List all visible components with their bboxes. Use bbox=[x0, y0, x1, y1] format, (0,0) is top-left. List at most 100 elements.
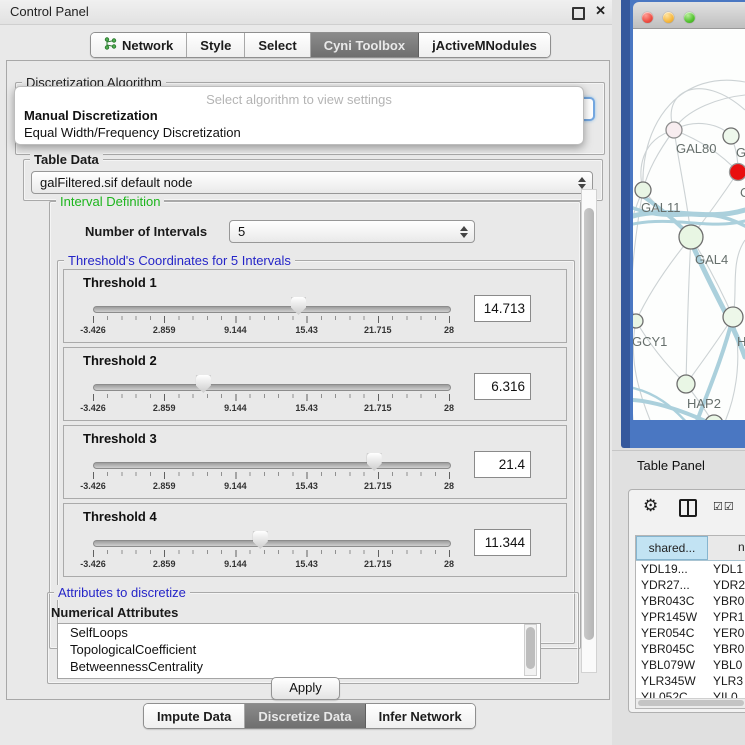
gear-icon[interactable]: ⚙ bbox=[643, 496, 658, 516]
threshold-label: Threshold 1 bbox=[83, 275, 157, 290]
list-item-topologicalcoefficient[interactable]: TopologicalCoefficient bbox=[58, 641, 540, 658]
cell-shared-name[interactable]: YLR345W bbox=[636, 673, 708, 689]
node-node-h[interactable] bbox=[723, 307, 743, 327]
tab-jactivemnodules[interactable]: jActiveMNodules bbox=[419, 33, 550, 57]
node-gcy1[interactable] bbox=[633, 314, 643, 328]
scrollbar-thumb[interactable] bbox=[584, 208, 594, 640]
float-window-icon[interactable] bbox=[572, 7, 585, 20]
table-row[interactable]: YPR145WYPR1 bbox=[636, 609, 745, 625]
number-of-intervals-value: 5 bbox=[238, 224, 245, 239]
threshold-panel-1: -3.4262.8599.14415.4321.71528Threshold 1… bbox=[63, 269, 567, 343]
table-row[interactable]: YER054CYER0 bbox=[636, 625, 745, 641]
cell-shared-name[interactable]: YDL19... bbox=[636, 561, 708, 577]
tab-discretize-data[interactable]: Discretize Data bbox=[245, 704, 365, 728]
slider-tick-label: 15.43 bbox=[277, 481, 337, 491]
table-row[interactable]: YBR045CYBR0 bbox=[636, 641, 745, 657]
cell-name[interactable]: YBR0 bbox=[708, 593, 745, 609]
node-label-gal80: GAL80 bbox=[676, 141, 716, 156]
node-red-node[interactable] bbox=[730, 164, 745, 181]
algorithm-dropdown-popup: Select algorithm to view settings Manual… bbox=[14, 86, 584, 145]
cell-name[interactable]: YDL1 bbox=[708, 561, 745, 577]
split-columns-icon[interactable] bbox=[679, 499, 697, 517]
cell-shared-name[interactable]: YDR27... bbox=[636, 577, 708, 593]
slider-track[interactable] bbox=[93, 462, 451, 469]
select-all-checkboxes-icon[interactable]: ☑☑ bbox=[713, 500, 735, 513]
list-item-selfloops[interactable]: SelfLoops bbox=[58, 624, 540, 641]
node-hap2[interactable] bbox=[677, 375, 695, 393]
cell-shared-name[interactable]: YBL079W bbox=[636, 657, 708, 673]
cell-name[interactable]: YER0 bbox=[708, 625, 745, 641]
slider-track[interactable] bbox=[93, 306, 451, 313]
thresholds-group-title: Threshold's Coordinates for 5 Intervals bbox=[64, 253, 295, 268]
tab-select[interactable]: Select bbox=[245, 33, 310, 57]
tab-label: Cyni Toolbox bbox=[324, 38, 405, 53]
list-item-betweennesscentrality[interactable]: BetweennessCentrality bbox=[58, 658, 540, 675]
node-gal4[interactable] bbox=[679, 225, 703, 249]
window-zoom-button[interactable] bbox=[684, 12, 695, 23]
node-green-node-top[interactable] bbox=[723, 128, 739, 144]
attributes-group-title: Attributes to discretize bbox=[54, 585, 190, 600]
slider-track[interactable] bbox=[93, 384, 451, 391]
table-row[interactable]: YBL079WYBL0 bbox=[636, 657, 745, 673]
slider-track[interactable] bbox=[93, 540, 451, 547]
slider-tick-label: 15.43 bbox=[277, 403, 337, 413]
close-icon[interactable]: ✕ bbox=[595, 3, 606, 19]
tab-infer-network[interactable]: Infer Network bbox=[366, 704, 475, 728]
column-header-shared-name[interactable]: shared... bbox=[636, 536, 708, 560]
slider-tick-label: 9.144 bbox=[205, 559, 265, 569]
slider-tick-label: 2.859 bbox=[134, 559, 194, 569]
cell-name[interactable]: YBR0 bbox=[708, 641, 745, 657]
window-close-button[interactable] bbox=[642, 12, 653, 23]
threshold-panel-4: -3.4262.8599.14415.4321.71528Threshold 4… bbox=[63, 503, 567, 577]
slider-tick-label: 2.859 bbox=[134, 403, 194, 413]
numerical-attributes-label: Numerical Attributes bbox=[51, 605, 178, 620]
tab-style[interactable]: Style bbox=[187, 33, 245, 57]
threshold-value-field[interactable]: 21.4 bbox=[474, 451, 531, 478]
panel-divider bbox=[612, 450, 745, 451]
algorithm-option-manual[interactable]: Manual Discretization bbox=[15, 107, 583, 124]
table-data-combobox[interactable]: galFiltered.sif default node bbox=[31, 171, 593, 194]
tab-impute-data[interactable]: Impute Data bbox=[144, 704, 245, 728]
cell-name[interactable]: YBL0 bbox=[708, 657, 745, 673]
slider-tick-label: 2.859 bbox=[134, 325, 194, 335]
cell-name[interactable]: YPR1 bbox=[708, 609, 745, 625]
cell-name[interactable]: YDR2 bbox=[708, 577, 745, 593]
window-minimize-button[interactable] bbox=[663, 12, 674, 23]
slider-tick-label: -3.426 bbox=[63, 559, 123, 569]
control-panel-titlebar: Control Panel ✕ bbox=[0, 0, 612, 25]
algorithm-option-equal-width[interactable]: Equal Width/Frequency Discretization bbox=[15, 124, 583, 141]
slider-tick-label: 21.715 bbox=[348, 559, 408, 569]
threshold-value-field[interactable]: 6.316 bbox=[474, 373, 531, 400]
node-gal11[interactable] bbox=[635, 182, 651, 198]
panel-scrollbar[interactable] bbox=[581, 189, 597, 673]
node-gal80[interactable] bbox=[666, 122, 682, 138]
slider-tick-label: 28 bbox=[419, 481, 479, 491]
network-canvas[interactable]: GAL80GCGAL11GAL4GCY1HHAP2 bbox=[633, 29, 745, 420]
table-row[interactable]: YLR345WYLR3 bbox=[636, 673, 745, 689]
cell-shared-name[interactable]: YPR145W bbox=[636, 609, 708, 625]
slider-tick-label: 21.715 bbox=[348, 325, 408, 335]
table-horizontal-scrollbar[interactable] bbox=[636, 698, 745, 708]
attributes-list-scrollbar[interactable] bbox=[524, 624, 537, 676]
table-row[interactable]: YDR27...YDR2 bbox=[636, 577, 745, 593]
scrollbar-thumb[interactable] bbox=[526, 627, 535, 669]
cell-shared-name[interactable]: YBR043C bbox=[636, 593, 708, 609]
table-row[interactable]: YDL19...YDL1 bbox=[636, 561, 745, 577]
node-label-g: G bbox=[736, 145, 745, 160]
tab-cyni-toolbox[interactable]: Cyni Toolbox bbox=[311, 33, 419, 57]
threshold-value-field[interactable]: 11.344 bbox=[474, 529, 531, 556]
slider-tick-label: 2.859 bbox=[134, 481, 194, 491]
apply-button[interactable]: Apply bbox=[271, 677, 340, 700]
algorithm-dropdown-hint: Select algorithm to view settings bbox=[15, 92, 583, 107]
cell-name[interactable]: YLR3 bbox=[708, 673, 745, 689]
cell-shared-name[interactable]: YER054C bbox=[636, 625, 708, 641]
number-of-intervals-combobox[interactable]: 5 bbox=[229, 220, 475, 243]
table-row[interactable]: YBR043CYBR0 bbox=[636, 593, 745, 609]
scrollbar-thumb[interactable] bbox=[638, 700, 744, 706]
column-header-name[interactable]: na bbox=[708, 536, 745, 560]
tab-network[interactable]: Network bbox=[91, 33, 187, 57]
slider-tick-label: 28 bbox=[419, 559, 479, 569]
cell-shared-name[interactable]: YBR045C bbox=[636, 641, 708, 657]
threshold-value-field[interactable]: 14.713 bbox=[474, 295, 531, 322]
node-clipped-bottom-node[interactable] bbox=[705, 415, 723, 420]
